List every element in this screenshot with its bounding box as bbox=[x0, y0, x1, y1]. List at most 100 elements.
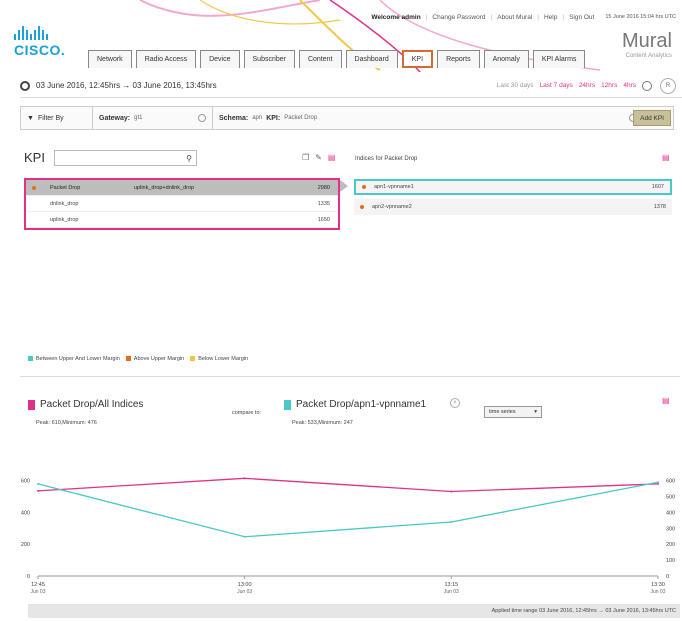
sign-out-link[interactable]: Sign Out bbox=[569, 14, 594, 21]
filter-by-cell[interactable]: ▼ Filter By bbox=[21, 107, 93, 129]
status-dot-icon bbox=[360, 205, 364, 209]
index-row[interactable]: apn1-vpnname1 1607 bbox=[354, 179, 672, 195]
kpi-row[interactable]: Packet Drop uplink_drop+dnlink_drop 2980 bbox=[26, 180, 338, 196]
clock-icon bbox=[20, 80, 30, 91]
index-row-value: 1378 bbox=[653, 204, 666, 210]
product-name: Mural bbox=[621, 30, 672, 52]
x-tick-label: 12:45 bbox=[31, 582, 45, 588]
data-point-apn1-vpnname1 bbox=[243, 535, 246, 538]
data-point-all-indices bbox=[450, 490, 453, 493]
tab-reports[interactable]: Reports bbox=[437, 50, 480, 68]
data-point-apn1-vpnname1 bbox=[657, 481, 659, 484]
x-tick-label: 13:15 bbox=[444, 582, 458, 588]
refresh-button[interactable]: R bbox=[660, 78, 676, 94]
copy-icon[interactable]: ❐ bbox=[302, 153, 309, 162]
kpi-row-value: 2980 bbox=[317, 184, 330, 191]
search-icon[interactable]: ⚲ bbox=[186, 154, 192, 163]
cisco-logo: CISCO. bbox=[14, 24, 66, 64]
y-tick-label-right: 600 bbox=[666, 479, 675, 485]
kpi-search-input[interactable]: ⚲ bbox=[54, 150, 197, 166]
help-link[interactable]: Help bbox=[544, 14, 557, 21]
tab-dashboard[interactable]: Dashboard bbox=[345, 50, 398, 68]
quick-range-7-days[interactable]: Last 7 days bbox=[540, 82, 573, 89]
tab-anomaly[interactable]: Anomaly bbox=[483, 50, 529, 68]
about-link[interactable]: About Mural bbox=[497, 14, 532, 21]
y-tick-label-right: 400 bbox=[666, 510, 675, 516]
change-password-link[interactable]: Change Password bbox=[432, 14, 485, 21]
tab-kpi-alarms[interactable]: KPI Alarms bbox=[532, 50, 586, 68]
schema-kpi-select[interactable]: Schema: apn KPI: Packet Drop bbox=[213, 107, 643, 129]
index-row-value: 1607 bbox=[651, 184, 664, 190]
index-row[interactable]: apn2-vpnname2 1378 bbox=[354, 199, 672, 215]
edit-icon[interactable]: ✎ bbox=[315, 153, 322, 162]
section-divider bbox=[20, 376, 680, 377]
gateway-value: gt1 bbox=[134, 115, 143, 121]
legend-item-between: Between Upper And Lower Margin bbox=[28, 356, 120, 362]
kpi-row[interactable]: dnlink_drop 1335 bbox=[26, 196, 338, 212]
index-row-name: apn1-vpnname1 bbox=[374, 184, 414, 190]
gateway-dropdown-icon bbox=[198, 114, 206, 122]
tab-network[interactable]: Network bbox=[88, 50, 132, 68]
quick-range-12hrs[interactable]: 12hrs bbox=[601, 82, 617, 89]
quick-range-30-days[interactable]: Last 30 days bbox=[497, 82, 534, 89]
compare-to-label: compare to: bbox=[232, 410, 262, 416]
app-header: CISCO. Welcome admin | Change Password |… bbox=[0, 0, 682, 72]
gateway-select[interactable]: Gateway: gt1 bbox=[93, 107, 213, 129]
series-line-all-indices bbox=[37, 477, 659, 493]
x-tick-label: 13:30 bbox=[651, 582, 665, 588]
x-tick-sublabel: Jun 03 bbox=[650, 589, 665, 595]
date-range-text[interactable]: 03 June 2016, 12:45hrs → 03 June 2016, 1… bbox=[36, 81, 217, 90]
kpi-row[interactable]: uplink_drop 1650 bbox=[26, 212, 338, 228]
welcome-text: Welcome admin bbox=[371, 14, 421, 21]
header-timestamp: 15 June 2016 15:04 hrs UTC bbox=[605, 14, 676, 20]
kpi-list: Packet Drop uplink_drop+dnlink_drop 2980… bbox=[24, 178, 340, 230]
date-range-bar: 03 June 2016, 12:45hrs → 03 June 2016, 1… bbox=[20, 74, 682, 98]
schema-value: apn bbox=[252, 115, 263, 121]
add-kpi-button[interactable]: Add KPI bbox=[633, 110, 671, 126]
kpi-label: KPI: bbox=[266, 114, 281, 122]
kpi-row-name: dnlink_drop bbox=[50, 200, 79, 207]
chevron-down-icon: ▾ bbox=[534, 409, 537, 415]
indices-panel-title: Indices for Packet Drop bbox=[355, 156, 418, 162]
gateway-label: Gateway: bbox=[99, 114, 131, 122]
filter-icon: ▼ bbox=[27, 114, 34, 122]
status-dot-icon bbox=[362, 185, 366, 189]
y-tick-label-right: 500 bbox=[666, 495, 675, 501]
chart-export-icon[interactable]: ▤ bbox=[662, 396, 670, 405]
filter-bar: ▼ Filter By Gateway: gt1 Schema: apn KPI… bbox=[20, 106, 674, 130]
chart-right-title: Packet Drop/apn1-vpnname1 bbox=[284, 399, 426, 410]
data-point-all-indices bbox=[243, 477, 246, 480]
tab-radio-access[interactable]: Radio Access bbox=[135, 50, 197, 68]
status-dot-icon bbox=[32, 185, 36, 190]
y-tick-label-left: 600 bbox=[21, 479, 30, 485]
export-icon[interactable]: ▤ bbox=[662, 153, 670, 162]
selection-arrow-icon bbox=[340, 180, 348, 192]
cisco-logo-text: CISCO. bbox=[14, 42, 66, 58]
series-line-apn1-vpnname1 bbox=[37, 481, 659, 538]
y-tick-label-left: 0 bbox=[27, 574, 30, 580]
tab-kpi[interactable]: KPI bbox=[401, 50, 434, 68]
y-tick-label-left: 200 bbox=[21, 542, 30, 548]
kpi-row-formula: uplink_drop+dnlink_drop bbox=[134, 184, 195, 191]
schema-label: Schema: bbox=[219, 114, 249, 122]
quick-range-4hrs[interactable]: 4hrs bbox=[623, 82, 636, 89]
data-point-apn1-vpnname1 bbox=[450, 521, 453, 523]
x-tick-label: 13:00 bbox=[238, 582, 252, 588]
quick-range-24hrs[interactable]: 24hrs bbox=[579, 82, 595, 89]
kpi-panel-tools: ❐ ✎ ▤ bbox=[302, 153, 335, 162]
y-tick-label-left: 400 bbox=[21, 510, 30, 516]
top-links: Welcome admin | Change Password | About … bbox=[371, 14, 676, 21]
data-point-all-indices bbox=[37, 489, 39, 492]
close-compare-button[interactable]: × bbox=[450, 398, 460, 408]
tab-content[interactable]: Content bbox=[298, 50, 342, 68]
delete-icon[interactable]: ▤ bbox=[328, 153, 336, 162]
product-subtitle: Content Analytics bbox=[625, 53, 672, 59]
chart-right-peak: Peak: 533,Minimum: 247 bbox=[292, 420, 353, 426]
data-point-apn1-vpnname1 bbox=[37, 482, 39, 485]
view-type-select[interactable]: time series ▾ bbox=[484, 406, 542, 418]
legend-item-below: Below Lower Margin bbox=[190, 356, 248, 362]
chart-left-title: Packet Drop/All Indices bbox=[28, 399, 143, 410]
tab-subscriber[interactable]: Subscriber bbox=[243, 50, 295, 68]
tab-device[interactable]: Device bbox=[200, 50, 240, 68]
settings-icon[interactable] bbox=[642, 80, 652, 91]
